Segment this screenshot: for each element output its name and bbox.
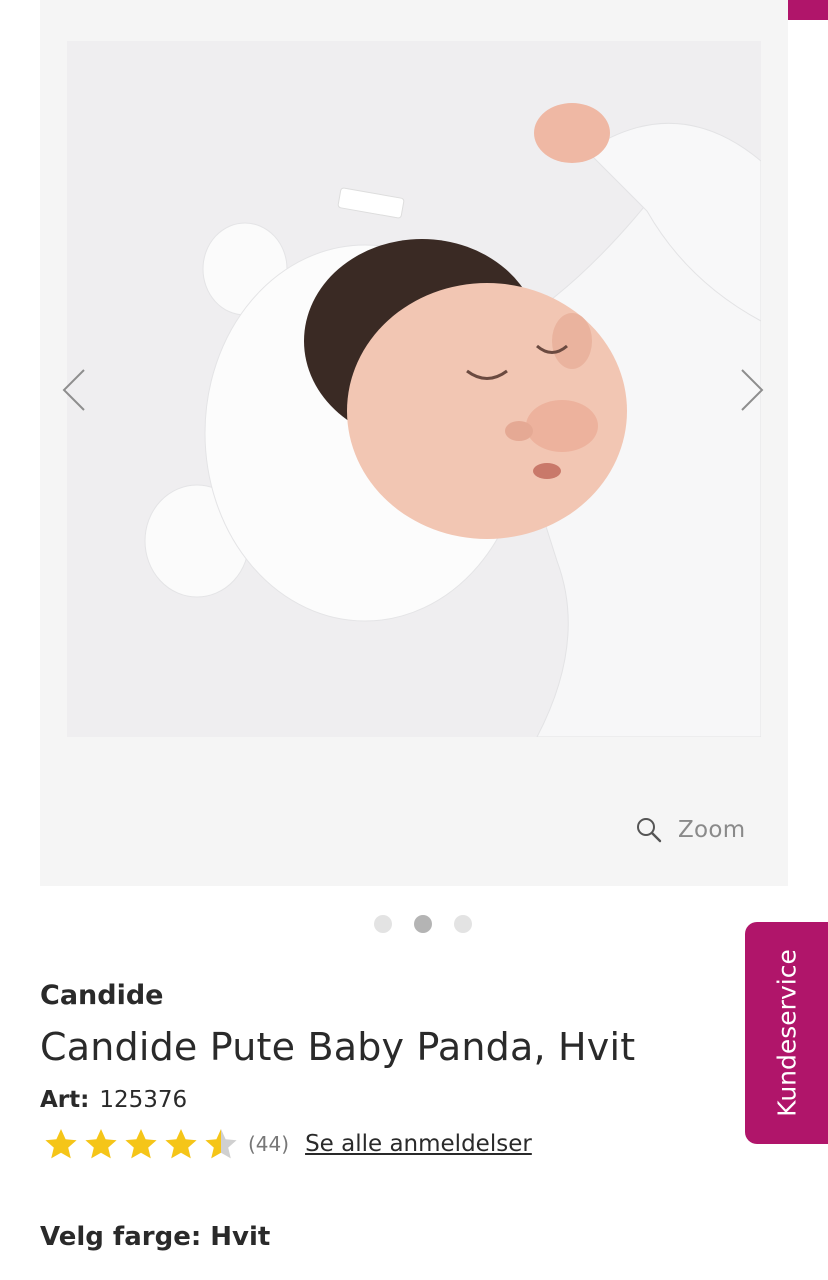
article-number-value: 125376: [99, 1087, 188, 1113]
review-count: (44): [248, 1132, 290, 1156]
star-icon: [205, 1129, 237, 1159]
product-title: Candide Pute Baby Panda, Hvit: [40, 1025, 636, 1069]
pagination-dot-3[interactable]: [454, 915, 472, 933]
zoom-button[interactable]: Zoom: [636, 812, 746, 848]
see-all-reviews-link[interactable]: Se alle anmeldelser: [305, 1131, 532, 1157]
chevron-left-icon: [62, 369, 85, 411]
product-brand[interactable]: Candide: [40, 980, 163, 1011]
product-image-gallery: Zoom: [40, 0, 788, 886]
gallery-pagination: [374, 915, 472, 933]
article-number: Art: 125376: [40, 1087, 187, 1113]
baby-on-pillow-image: [67, 41, 761, 737]
zoom-label: Zoom: [678, 817, 746, 843]
star-icon: [85, 1129, 117, 1159]
rating-stars: [44, 1127, 238, 1161]
magnifier-icon: [637, 818, 662, 843]
color-selector-label: Velg farge: Hvit: [40, 1222, 271, 1252]
star-icon: [45, 1129, 77, 1159]
star-icon: [125, 1129, 157, 1159]
pagination-dot-2[interactable]: [414, 915, 432, 933]
customer-service-label: Kundeservice: [772, 949, 801, 1117]
next-image-arrow[interactable]: [736, 368, 766, 412]
chevron-right-icon: [741, 369, 764, 411]
pagination-dot-1[interactable]: [374, 915, 392, 933]
product-photo[interactable]: [67, 41, 761, 737]
previous-image-arrow[interactable]: [60, 368, 90, 412]
star-icon: [165, 1129, 197, 1159]
product-rating[interactable]: (44) Se alle anmeldelser: [44, 1127, 532, 1161]
article-number-label: Art:: [40, 1087, 90, 1113]
customer-service-button[interactable]: Kundeservice: [745, 922, 828, 1144]
